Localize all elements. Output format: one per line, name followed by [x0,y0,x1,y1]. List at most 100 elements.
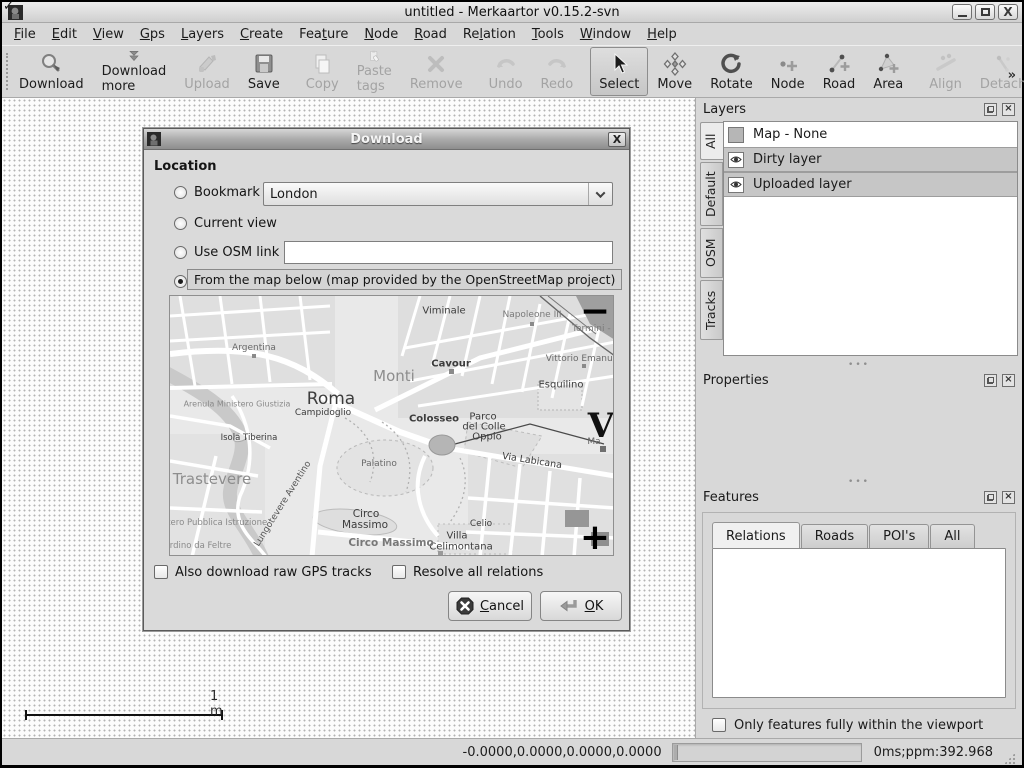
close-button[interactable]: X [998,4,1018,20]
features-list[interactable] [712,548,1006,698]
panel-splitter[interactable] [696,360,1022,369]
layers-tab-default[interactable]: Default [700,162,723,226]
status-bar: -0.0000,0.0000,0.0000,0.0000 0ms;ppm:392… [2,738,1022,765]
toolbar-button-redo[interactable]: Redo [532,47,583,96]
layers-close-button[interactable]: × [1002,103,1015,116]
tab-relations[interactable]: Relations [712,522,800,548]
current-view-radio-label[interactable]: Current view [194,216,277,231]
tab-pois[interactable]: POI's [869,524,929,548]
toolbar-button-upload[interactable]: Upload [175,47,239,96]
layers-float-button[interactable] [984,103,997,116]
minimize-button[interactable] [952,4,972,20]
toolbar-drag-handle[interactable] [6,53,8,90]
main-toolbar: Download Download more Upload Save Copy … [2,45,1022,98]
map-label: Villa [446,531,467,542]
layer-row-map-none[interactable]: Map - None [724,122,1017,147]
menu-road[interactable]: Road [406,25,455,44]
from-map-radio[interactable] [174,275,187,288]
viewport-filter-label[interactable]: Only features fully within the viewport [734,718,983,733]
gps-tracks-checkbox-label[interactable]: Also download raw GPS tracks [175,565,372,580]
menu-help[interactable]: Help [639,25,685,44]
zoom-out-button[interactable]: − [580,298,610,327]
menu-layers[interactable]: Layers [173,25,232,44]
properties-close-button[interactable]: × [1002,374,1015,387]
coordinates-readout: -0.0000,0.0000,0.0000,0.0000 [463,745,662,760]
maximize-button[interactable] [975,4,995,20]
close-icon: × [1004,104,1012,114]
menu-node[interactable]: Node [356,25,406,44]
window-title: untitled - Merkaartor v0.15.2-svn [2,5,1022,20]
resolve-relations-checkbox[interactable] [392,565,406,579]
menu-tools[interactable]: Tools [524,25,572,44]
combobox-arrow-button[interactable] [588,183,612,205]
features-tabs: Relations Roads POI's All [712,521,1006,548]
features-float-button[interactable] [984,491,997,504]
features-close-button[interactable]: × [1002,491,1015,504]
layers-tab-osm[interactable]: OSM [700,228,723,278]
maximize-icon [981,8,990,16]
menu-relation[interactable]: Relation [455,25,524,44]
osm-link-radio[interactable] [174,246,187,259]
viewport-filter-checkbox[interactable] [712,718,726,732]
layer-row-dirty[interactable]: Dirty layer [724,147,1017,172]
map-preview[interactable]: ViminaleNapoleone IIITermini - LaArgenti… [169,295,614,556]
dialog-merkaartor-icon [147,132,161,146]
toolbar-button-area[interactable]: Area [864,47,912,96]
toolbar-button-align[interactable]: Align [920,47,971,96]
osm-link-input[interactable] [284,241,613,264]
toolbar-button-move[interactable]: Move [648,47,701,96]
menu-file[interactable]: File [6,25,44,44]
layer-visibility-eye-icon[interactable] [728,177,744,193]
location-group-label: Location [154,159,217,174]
toolbar-button-road[interactable]: Road [814,47,865,96]
toolbar-button-save[interactable]: Save [239,47,289,96]
gps-tracks-checkbox[interactable] [154,565,168,579]
dialog-close-button[interactable]: X [608,132,626,147]
toolbar-button-download[interactable]: Download [10,47,93,96]
menu-edit[interactable]: Edit [44,25,85,44]
toolbar-button-download-more[interactable]: Download more [93,47,176,96]
resolve-relations-checkbox-label[interactable]: Resolve all relations [413,565,543,580]
zoom-in-button[interactable]: + [580,524,610,553]
toolbar-button-copy[interactable]: Copy [297,47,348,96]
menu-window[interactable]: Window [572,25,639,44]
map-label: Argentina [232,343,276,353]
toolbar-button-select[interactable]: Select [590,47,648,96]
close-icon: × [1004,375,1012,385]
toolbar-button-node[interactable]: Node [762,47,814,96]
bookmark-radio-label[interactable]: Bookmark [194,185,260,200]
toolbar-overflow-button[interactable]: » [1008,68,1016,83]
map-label: Celio [470,519,492,529]
panel-splitter[interactable] [696,477,1022,486]
close-icon: × [1004,492,1012,502]
toolbar-button-remove[interactable]: Remove [401,47,472,96]
cancel-button[interactable]: Cancel [448,591,532,621]
tab-all[interactable]: All [930,524,974,548]
current-view-radio[interactable] [174,217,187,230]
resize-grip-icon[interactable] [1003,752,1016,765]
ok-button[interactable]: OK [540,591,622,621]
tab-roads[interactable]: Roads [801,524,868,548]
layers-tab-all[interactable]: All [700,122,723,160]
bookmark-radio[interactable] [174,186,187,199]
osm-link-radio-label[interactable]: Use OSM link [194,245,279,260]
map-canvas[interactable]: 1 m Download X Location Bookmark London … [2,98,695,738]
layer-row-uploaded[interactable]: Uploaded layer [724,172,1017,197]
bookmark-combobox[interactable]: London [263,182,613,206]
layer-checkbox-icon[interactable] [728,127,744,143]
layers-filter-tabs: All Default OSM Tracks [700,121,723,356]
toolbar-button-rotate[interactable]: Rotate [701,47,762,96]
title-bar: untitled - Merkaartor v0.15.2-svn X [2,2,1022,23]
layer-visibility-eye-icon[interactable] [728,152,744,168]
toolbar-button-detach[interactable]: Detach [971,47,1024,96]
menu-gps[interactable]: Gps [132,25,173,44]
dialog-title-bar[interactable]: Download X [144,129,629,150]
menu-feature[interactable]: Feature [291,25,356,44]
toolbar-button-paste-tags[interactable]: Paste tags [348,47,401,96]
menu-create[interactable]: Create [232,25,291,44]
toolbar-button-undo[interactable]: Undo [480,47,532,96]
from-map-radio-label[interactable]: From the map below (map provided by the … [187,269,622,290]
layers-tab-tracks[interactable]: Tracks [700,280,723,340]
menu-view[interactable]: View [85,25,132,44]
properties-float-button[interactable] [984,374,997,387]
